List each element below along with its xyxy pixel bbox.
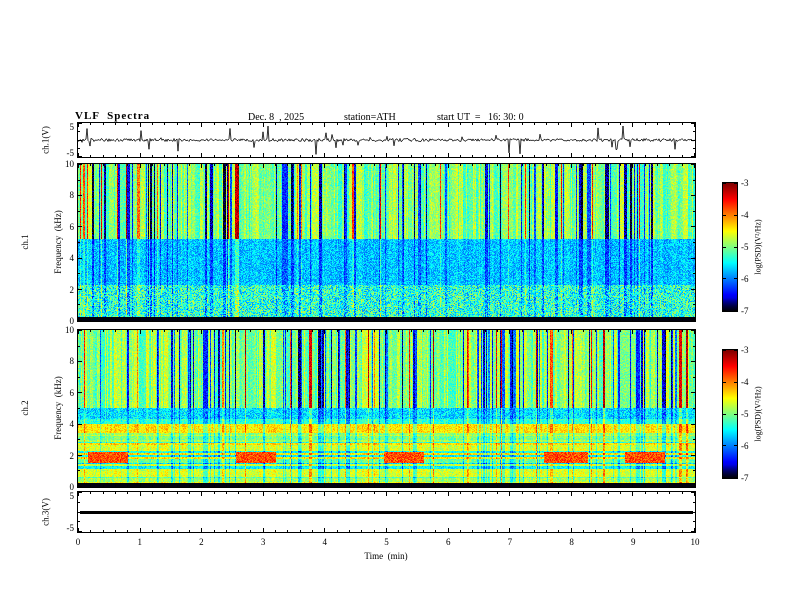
tick-label: 6 (445, 537, 451, 547)
tick-label: 2 (69, 284, 75, 295)
tick-label: -3 (741, 178, 749, 188)
tick-label: 3 (260, 537, 266, 547)
tick-label: -3 (741, 345, 749, 355)
ch1-axis-label-line2: Frequency (kHz) (53, 210, 64, 274)
station-label: station=ATH (344, 112, 396, 123)
vlf-spectra-figure: VLF Spectra Dec. 8 , 2025 station=ATH st… (0, 0, 792, 612)
tick-label: -7 (741, 473, 749, 483)
tick-label: -5 (66, 148, 75, 158)
tick-label: 6 (69, 387, 75, 398)
tick-label: -7 (741, 306, 749, 316)
time-axis-label: Time (min) (364, 551, 408, 561)
tick-label: 7 (507, 537, 513, 547)
tick-label: 5 (384, 537, 389, 547)
tick-label: 8 (69, 356, 75, 367)
tick-label: -5 (741, 242, 749, 252)
ch1-voltage-axis-label: ch.1(V) (40, 126, 51, 154)
tick-label: 10 (65, 159, 74, 169)
tick-label: 0 (75, 537, 81, 547)
tick-label: -4 (741, 377, 749, 387)
tick-label: 10 (65, 325, 74, 335)
colorbar2-title: log(PSD)(V²/Hz) (753, 386, 763, 442)
tick-label: -6 (741, 274, 749, 284)
tick-label: 2 (69, 450, 75, 461)
date-label: Dec. 8 , 2025 (248, 112, 305, 123)
ch2-axis-label-line2: Frequency (kHz) (53, 376, 64, 440)
tick-label: 8 (569, 537, 574, 547)
tick-label: 4 (69, 253, 75, 264)
tick-label: 8 (69, 190, 75, 201)
tick-label: 4 (69, 419, 75, 430)
tick-label: -6 (741, 441, 749, 451)
ch1-waveform-canvas (78, 123, 695, 157)
tick-label: -5 (66, 523, 75, 533)
ch2-frequency-axis-label: ch.2 Frequency (kHz) (0, 323, 87, 493)
tick-label: 5 (69, 491, 75, 501)
tick-label: 10 (690, 537, 700, 547)
colorbar1-canvas (723, 183, 737, 311)
tick-label: 5 (69, 122, 75, 132)
colorbar1-title: log(PSD)(V²/Hz) (753, 219, 763, 275)
tick-label: -4 (741, 210, 749, 220)
ch2-spectrogram-canvas (78, 330, 695, 487)
ch1-frequency-axis-label: ch.1 Frequency (kHz) (0, 157, 87, 327)
colorbar2-canvas (723, 350, 737, 478)
ch1-spectrogram-canvas (78, 164, 695, 321)
tick-label: 4 (322, 537, 328, 547)
ch1-axis-label-line1: ch.1 (19, 234, 30, 250)
tick-label: 1 (137, 537, 142, 547)
ch3-voltage-axis-label: ch.3(V) (40, 498, 51, 526)
tick-label: 6 (69, 221, 75, 232)
figure-title: VLF Spectra (75, 110, 151, 122)
tick-label: 9 (631, 537, 636, 547)
ch3-waveform-canvas (78, 492, 695, 532)
tick-label: 2 (199, 537, 204, 547)
tick-label: -5 (741, 409, 749, 419)
start-ut-label: start UT = 16: 30: 0 (437, 112, 524, 123)
ch2-axis-label-line1: ch.2 (19, 400, 30, 416)
